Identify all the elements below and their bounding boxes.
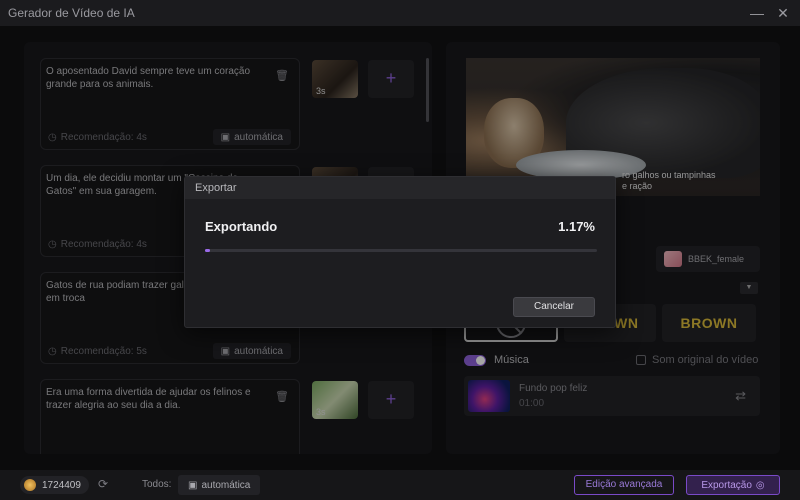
progress-fill — [205, 249, 210, 252]
export-button[interactable]: Exportação ◎ — [686, 475, 780, 495]
all-auto-button[interactable]: ▣ automática — [178, 475, 261, 495]
credits-count: 1724409 — [42, 479, 81, 491]
title-bar: Gerador de Vídeo de IA — ✕ — [0, 0, 800, 26]
close-icon[interactable]: ✕ — [774, 4, 792, 22]
refresh-icon[interactable]: ⟳ — [98, 477, 108, 491]
cancel-button[interactable]: Cancelar — [513, 297, 595, 317]
image-icon: ▣ — [188, 479, 198, 491]
dialog-header: Exportar — [185, 177, 615, 199]
minimize-icon[interactable]: — — [748, 4, 766, 22]
export-percent: 1.17% — [558, 219, 595, 234]
window-title: Gerador de Vídeo de IA — [8, 6, 135, 20]
dialog-title: Exportar — [195, 182, 237, 194]
coin-icon — [24, 479, 36, 491]
all-auto-label: automática — [201, 479, 251, 491]
coin-icon: ◎ — [755, 479, 765, 491]
bottom-bar: 1724409 ⟳ Todos: ▣ automática Edição ava… — [0, 470, 800, 500]
export-label: Exportação — [701, 479, 752, 491]
advanced-edit-button[interactable]: Edição avançada — [574, 475, 674, 495]
all-label: Todos: — [142, 479, 172, 490]
app-window: Gerador de Vídeo de IA — ✕ O aposentado … — [0, 0, 800, 500]
credits-badge: 1724409 — [20, 476, 89, 494]
export-dialog: Exportar Exportando 1.17% Cancelar — [184, 176, 616, 328]
export-status: Exportando — [205, 219, 278, 234]
export-progress-bar — [205, 249, 597, 252]
